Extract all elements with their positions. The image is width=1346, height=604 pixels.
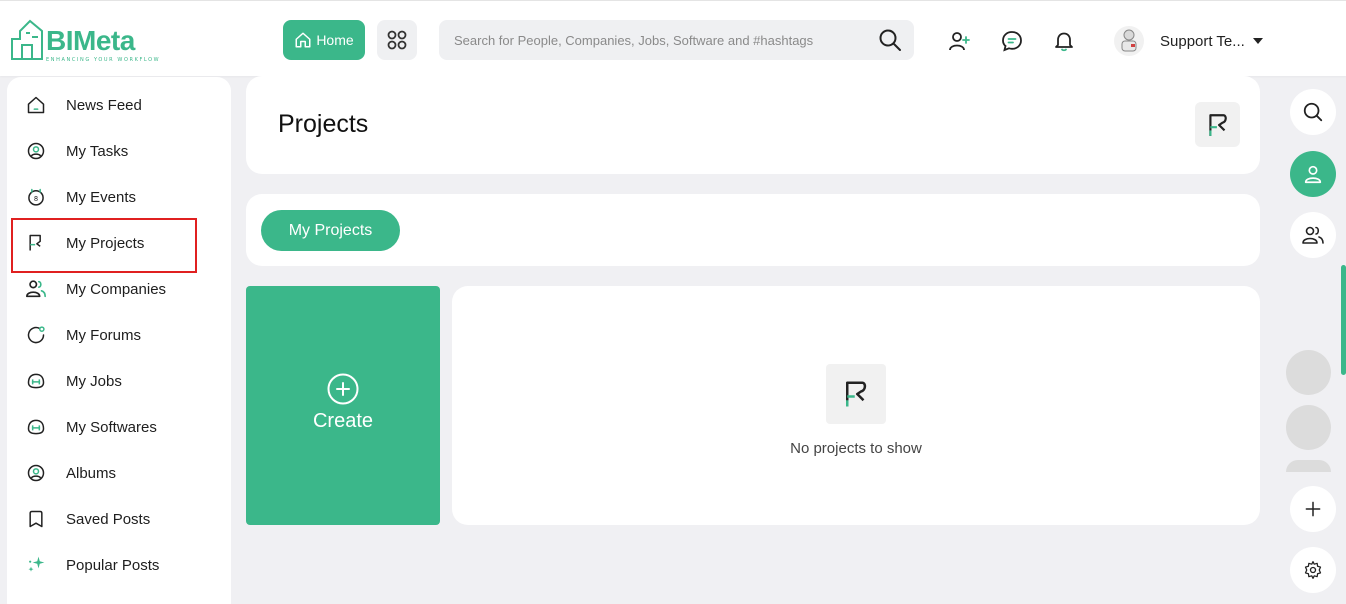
- sidebar-item-label: My Forums: [66, 326, 141, 344]
- logo-building-icon: [11, 19, 43, 60]
- contact-avatar-placeholder[interactable]: [1286, 460, 1331, 472]
- sidebar-item-label: My Jobs: [66, 372, 122, 390]
- empty-state-card: No projects to show: [452, 286, 1260, 525]
- home-button[interactable]: Home: [283, 20, 365, 60]
- logo-tagline: ENHANCING YOUR WORKFLOW: [46, 57, 161, 63]
- plus-circle-icon: [327, 373, 359, 405]
- jobs-icon: [21, 366, 51, 396]
- home-label: Home: [316, 32, 354, 48]
- flag-icon: [846, 381, 867, 407]
- sidebar-item-popular-posts[interactable]: Popular Posts: [21, 545, 201, 585]
- avatar-robot-icon: [1121, 29, 1137, 52]
- search-icon: [1303, 102, 1323, 122]
- gear-icon: [1304, 561, 1322, 579]
- avatar: [1114, 26, 1144, 56]
- sidebar-item-albums[interactable]: Albums: [21, 453, 201, 493]
- sidebar-item-my-tasks[interactable]: My Tasks: [21, 131, 201, 171]
- left-sidebar: News Feed My Tasks 8 My Events My Projec…: [7, 77, 231, 604]
- sparkle-icon: [21, 550, 51, 580]
- user-menu[interactable]: Support Te...: [1114, 24, 1263, 58]
- sidebar-item-saved-posts[interactable]: Saved Posts: [21, 499, 201, 539]
- sidebar-item-my-jobs[interactable]: My Jobs: [21, 361, 201, 401]
- chat-icon: [1002, 31, 1022, 52]
- add-user-icon: [949, 32, 970, 51]
- home-icon: [295, 32, 311, 48]
- user-name: Support Te...: [1160, 32, 1245, 50]
- apps-button[interactable]: [377, 20, 417, 60]
- empty-projects-badge: [826, 364, 886, 424]
- projects-header-card: Projects: [246, 76, 1260, 174]
- empty-state-text: No projects to show: [790, 440, 922, 457]
- sidebar-item-label: My Tasks: [66, 142, 129, 160]
- rail-contacts-button[interactable]: [1290, 212, 1336, 258]
- sidebar-item-label: My Events: [66, 188, 137, 206]
- home-icon: [21, 90, 51, 120]
- sidebar-item-my-forums[interactable]: My Forums: [21, 315, 201, 355]
- selected-item-highlight: [11, 218, 197, 273]
- flag-icon: [1208, 113, 1227, 136]
- sidebar-item-label: Popular Posts: [66, 556, 160, 574]
- contact-avatar-placeholder[interactable]: [1286, 405, 1331, 450]
- tasks-icon: [21, 136, 51, 166]
- caret-down-icon[interactable]: [1252, 38, 1263, 44]
- sidebar-item-label: My Companies: [66, 280, 167, 298]
- sidebar-item-label: My Softwares: [66, 418, 157, 436]
- bimeta-logo[interactable]: BIMeta ENHANCING YOUR WORKFLOW: [8, 15, 159, 67]
- sidebar-item-label: Saved Posts: [66, 510, 151, 528]
- rail-search-button[interactable]: [1290, 89, 1336, 135]
- calendar-icon: 8: [21, 182, 51, 212]
- rail-scroll-indicator[interactable]: [1341, 265, 1346, 375]
- bookmark-icon: [21, 504, 51, 534]
- search-input[interactable]: [439, 20, 869, 60]
- search-bar: [439, 20, 914, 60]
- sidebar-item-label: Albums: [66, 464, 117, 482]
- plus-icon: [1305, 501, 1321, 517]
- contact-avatar-placeholder[interactable]: [1286, 350, 1331, 395]
- notifications-button[interactable]: [1051, 28, 1077, 54]
- rail-add-button[interactable]: [1290, 486, 1336, 532]
- top-bar: BIMeta ENHANCING YOUR WORKFLOW Home Supp…: [0, 0, 1346, 76]
- svg-text:8: 8: [34, 195, 38, 203]
- add-friend-button[interactable]: [946, 28, 972, 54]
- tabs-card: My Projects: [246, 194, 1260, 266]
- sidebar-item-my-companies[interactable]: My Companies: [21, 269, 201, 309]
- bell-icon: [1055, 32, 1073, 52]
- albums-icon: [21, 458, 51, 488]
- search-icon[interactable]: [878, 28, 902, 52]
- create-project-button[interactable]: Create: [246, 286, 440, 525]
- messages-button[interactable]: [999, 28, 1025, 54]
- companies-icon: [21, 274, 51, 304]
- users-icon: [1302, 226, 1324, 244]
- rail-settings-button[interactable]: [1290, 547, 1336, 593]
- softwares-icon: [21, 412, 51, 442]
- sidebar-item-my-softwares[interactable]: My Softwares: [21, 407, 201, 447]
- page-title: Projects: [278, 110, 369, 138]
- rail-profile-button[interactable]: [1290, 151, 1336, 197]
- forums-icon: [21, 320, 51, 350]
- sidebar-item-news-feed[interactable]: News Feed: [21, 85, 201, 125]
- tab-my-projects[interactable]: My Projects: [261, 210, 400, 251]
- create-label: Create: [312, 410, 374, 432]
- projects-badge: [1195, 102, 1240, 147]
- user-icon: [1304, 165, 1322, 184]
- logo-text: BIMeta: [46, 25, 135, 56]
- apps-icon: [387, 30, 407, 50]
- sidebar-item-label: News Feed: [66, 96, 142, 114]
- sidebar-item-my-events[interactable]: 8 My Events: [21, 177, 201, 217]
